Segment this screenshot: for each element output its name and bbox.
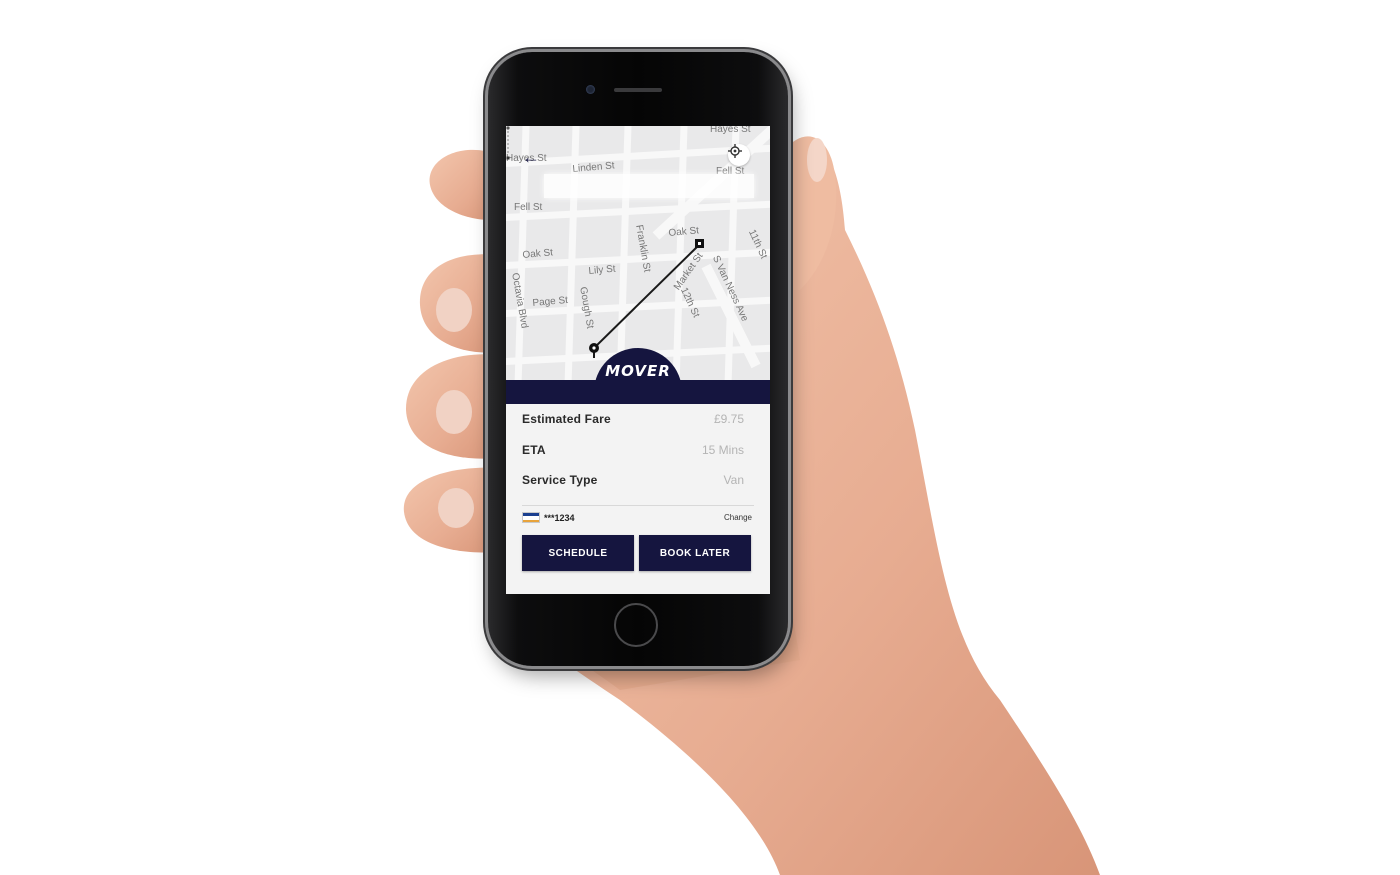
detail-value: £9.75 [713,412,744,426]
app-screen: Hayes St Hayes St Linden St Fell St Fell… [506,126,770,594]
street-label: Lily St [588,263,617,277]
mockup-stage: Hayes St Hayes St Linden St Fell St Fell… [0,0,1400,875]
route-connector-icon [506,126,510,160]
detail-value: Van [723,473,744,487]
street-label: Hayes St [710,126,751,135]
detail-row-estimated-fare: Estimated Fare £9.75 [522,412,752,426]
route-map[interactable]: Hayes St Hayes St Linden St Fell St Fell… [506,126,770,380]
change-payment-link[interactable]: Change [724,513,752,522]
front-camera [586,85,595,94]
earpiece-speaker [614,88,662,92]
street-label: Fell St [514,202,543,213]
booking-details-panel: Estimated Fare £9.75 ETA 15 Mins Service… [506,404,770,594]
mover-logo: MOVER [605,362,671,380]
phone-device: Hayes St Hayes St Linden St Fell St Fell… [488,52,788,666]
schedule-button[interactable]: SCHEDULE [522,535,634,571]
destination-search-bar[interactable] [544,174,754,198]
visa-card-icon [522,512,540,523]
detail-label: Estimated Fare [522,412,611,426]
card-number: ***1234 [544,512,575,523]
detail-value: 15 Mins [701,443,744,457]
brand-band [506,380,770,404]
detail-label: ETA [522,443,546,457]
book-later-button[interactable]: BOOK LATER [639,535,751,571]
divider [522,505,754,506]
back-arrow-icon[interactable]: ← [522,148,540,166]
payment-card: ***1234 [522,512,575,523]
detail-row-service-type: Service Type Van [522,473,752,487]
detail-label: Service Type [522,473,598,487]
detail-row-eta: ETA 15 Mins [522,443,752,457]
crosshair-icon[interactable] [728,144,750,166]
home-button[interactable] [614,603,658,647]
payment-method-row: ***1234 Change [522,512,752,523]
